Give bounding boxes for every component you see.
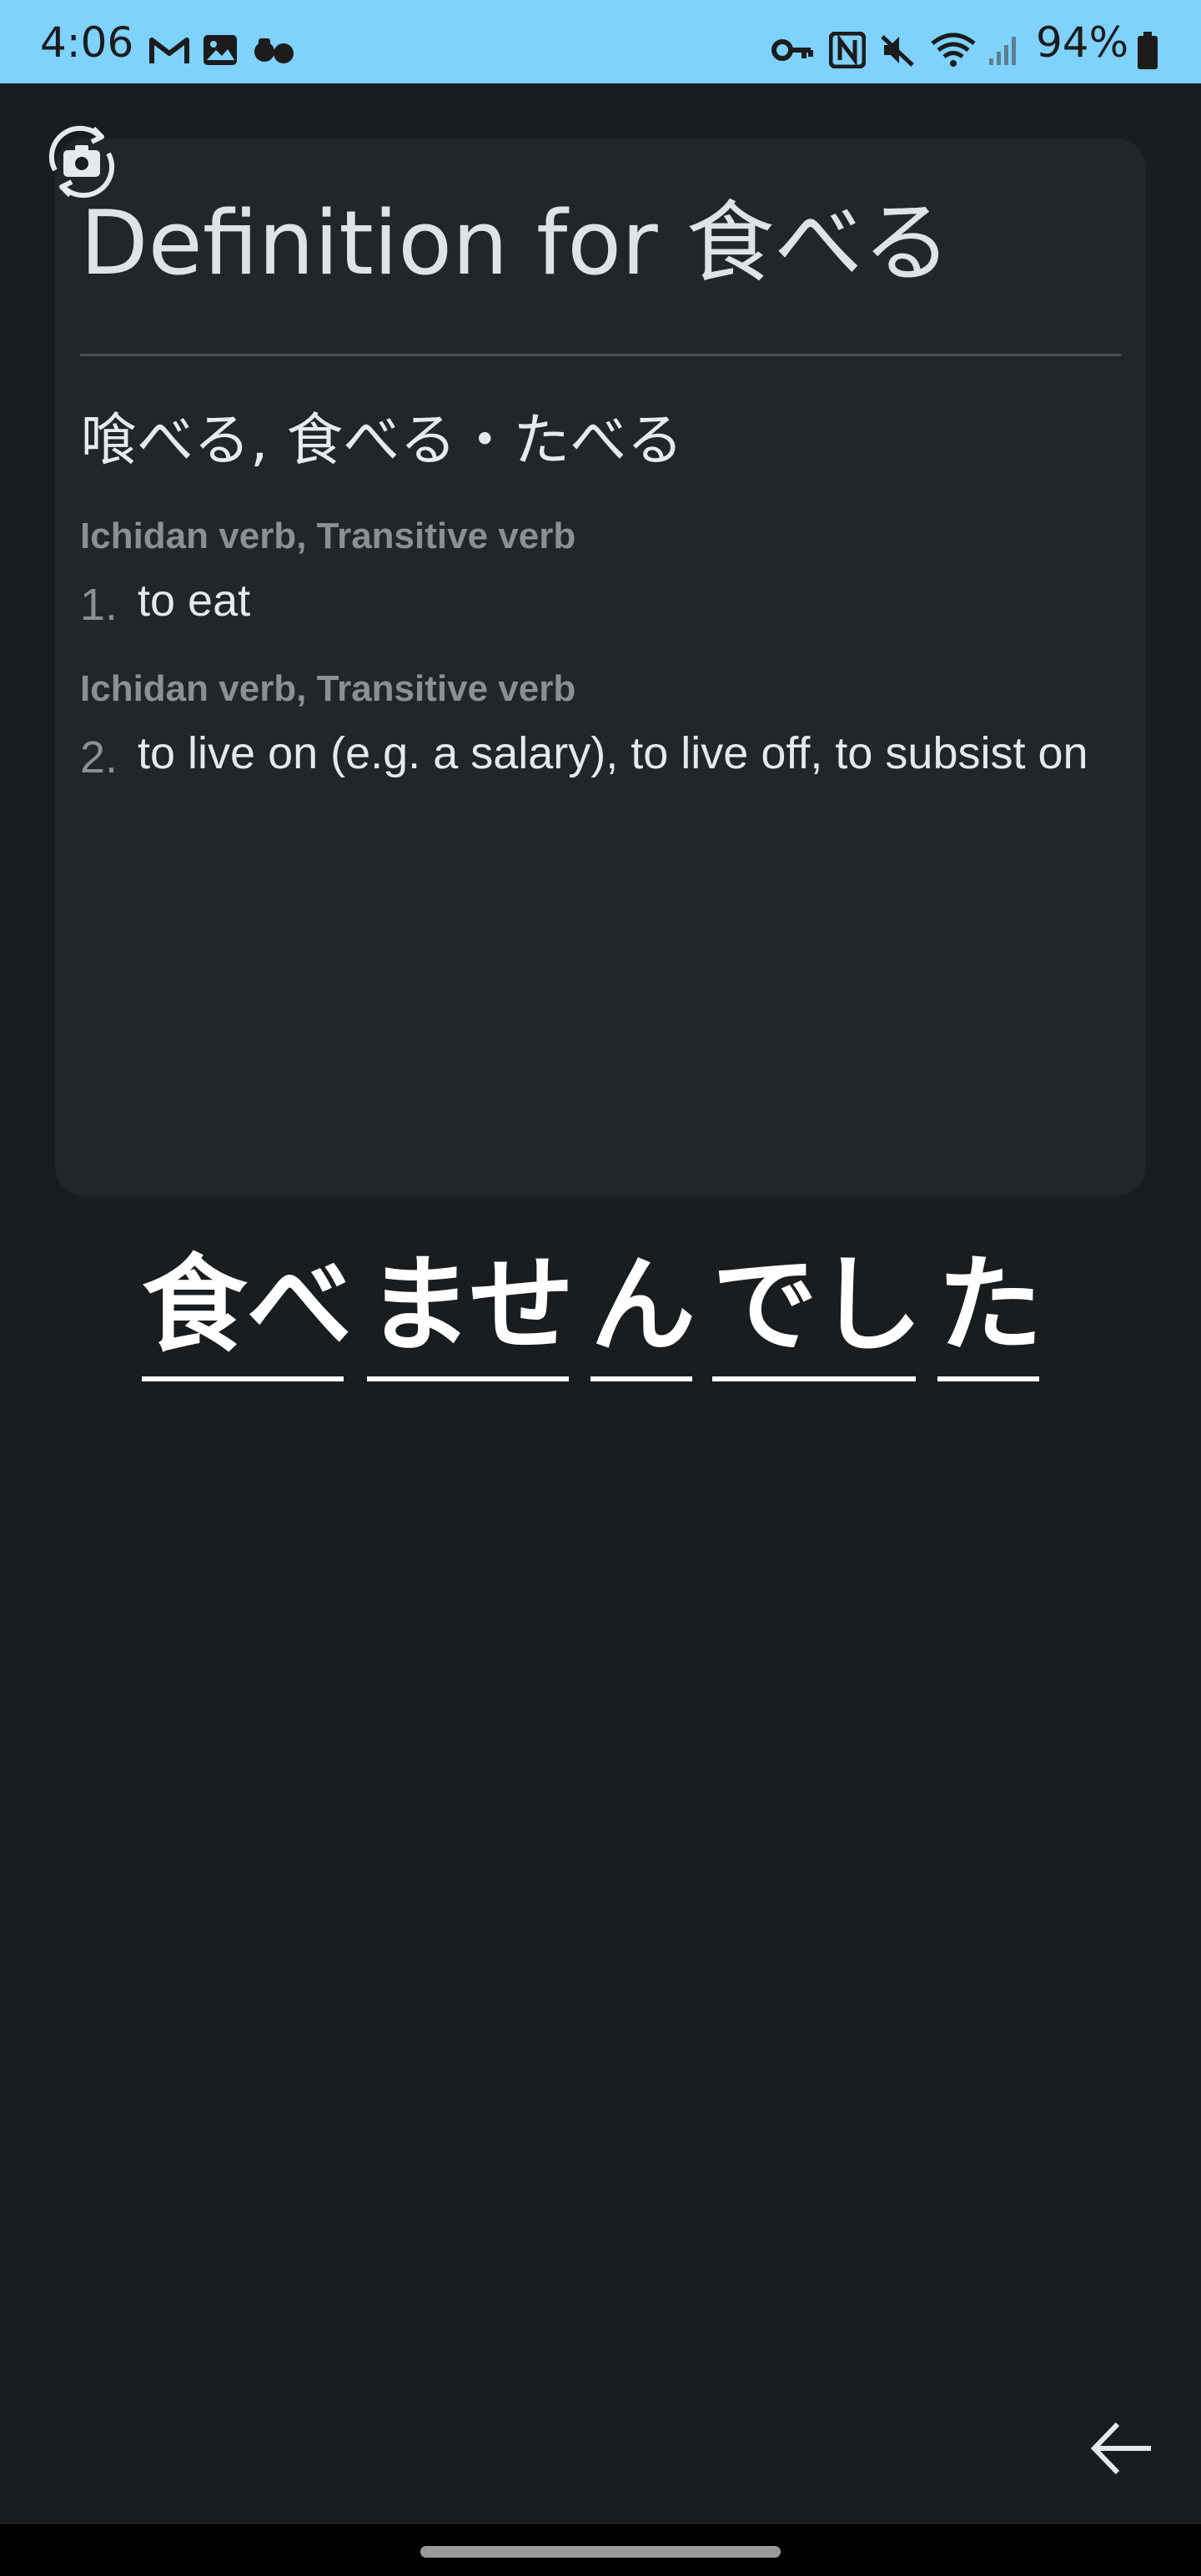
arrow-back-icon[interactable]	[1084, 2411, 1159, 2486]
token-4[interactable]: でし	[712, 1235, 922, 1381]
dictionary-reading: 喰べる, 食べる・たべる	[80, 408, 684, 474]
home-gesture-handle[interactable]	[420, 2546, 781, 2558]
token-5[interactable]: た	[937, 1235, 1043, 1381]
status-time: 4:06	[40, 18, 134, 67]
navigation-bar	[0, 2524, 1201, 2576]
card-divider	[80, 354, 1121, 356]
sense-1-part-of-speech: Ichidan verb, Transitive verb	[80, 516, 576, 556]
wifi-icon	[931, 33, 976, 67]
vpn-key-icon	[771, 39, 813, 61]
status-bar: 4:06 94%	[0, 0, 1201, 83]
app-icon	[254, 38, 294, 63]
sense-2-gloss: to live on (e.g. a salary), to live off,…	[138, 728, 1088, 778]
battery-percent: 94%	[1036, 18, 1129, 67]
sentence-tokens: 食べ ませ ん でし た	[140, 1235, 1099, 1401]
token-1[interactable]: 食べ	[142, 1235, 352, 1381]
definition-title: Definition for 食べる	[80, 192, 952, 294]
sense-1-gloss: to eat	[138, 576, 251, 626]
sense-2-number: 2.	[80, 732, 118, 782]
nfc-icon	[829, 32, 866, 68]
sense-2-part-of-speech: Ichidan verb, Transitive verb	[80, 668, 576, 709]
mute-icon	[881, 35, 914, 67]
gallery-icon	[204, 35, 237, 65]
token-3[interactable]: ん	[590, 1235, 696, 1381]
screen-rotate-icon[interactable]	[38, 118, 125, 205]
app-screen: 4:06 94% Definition for 食べる 喰べる, 食べる・たべる…	[0, 0, 1201, 2576]
battery-icon	[1138, 32, 1158, 69]
definition-card: Definition for 食べる 喰べる, 食べる・たべる Ichidan …	[55, 138, 1146, 1196]
sense-1-number: 1.	[80, 580, 118, 630]
signal-icon	[989, 37, 1016, 65]
gmail-icon	[149, 38, 189, 63]
token-2[interactable]: ませ	[367, 1235, 574, 1381]
